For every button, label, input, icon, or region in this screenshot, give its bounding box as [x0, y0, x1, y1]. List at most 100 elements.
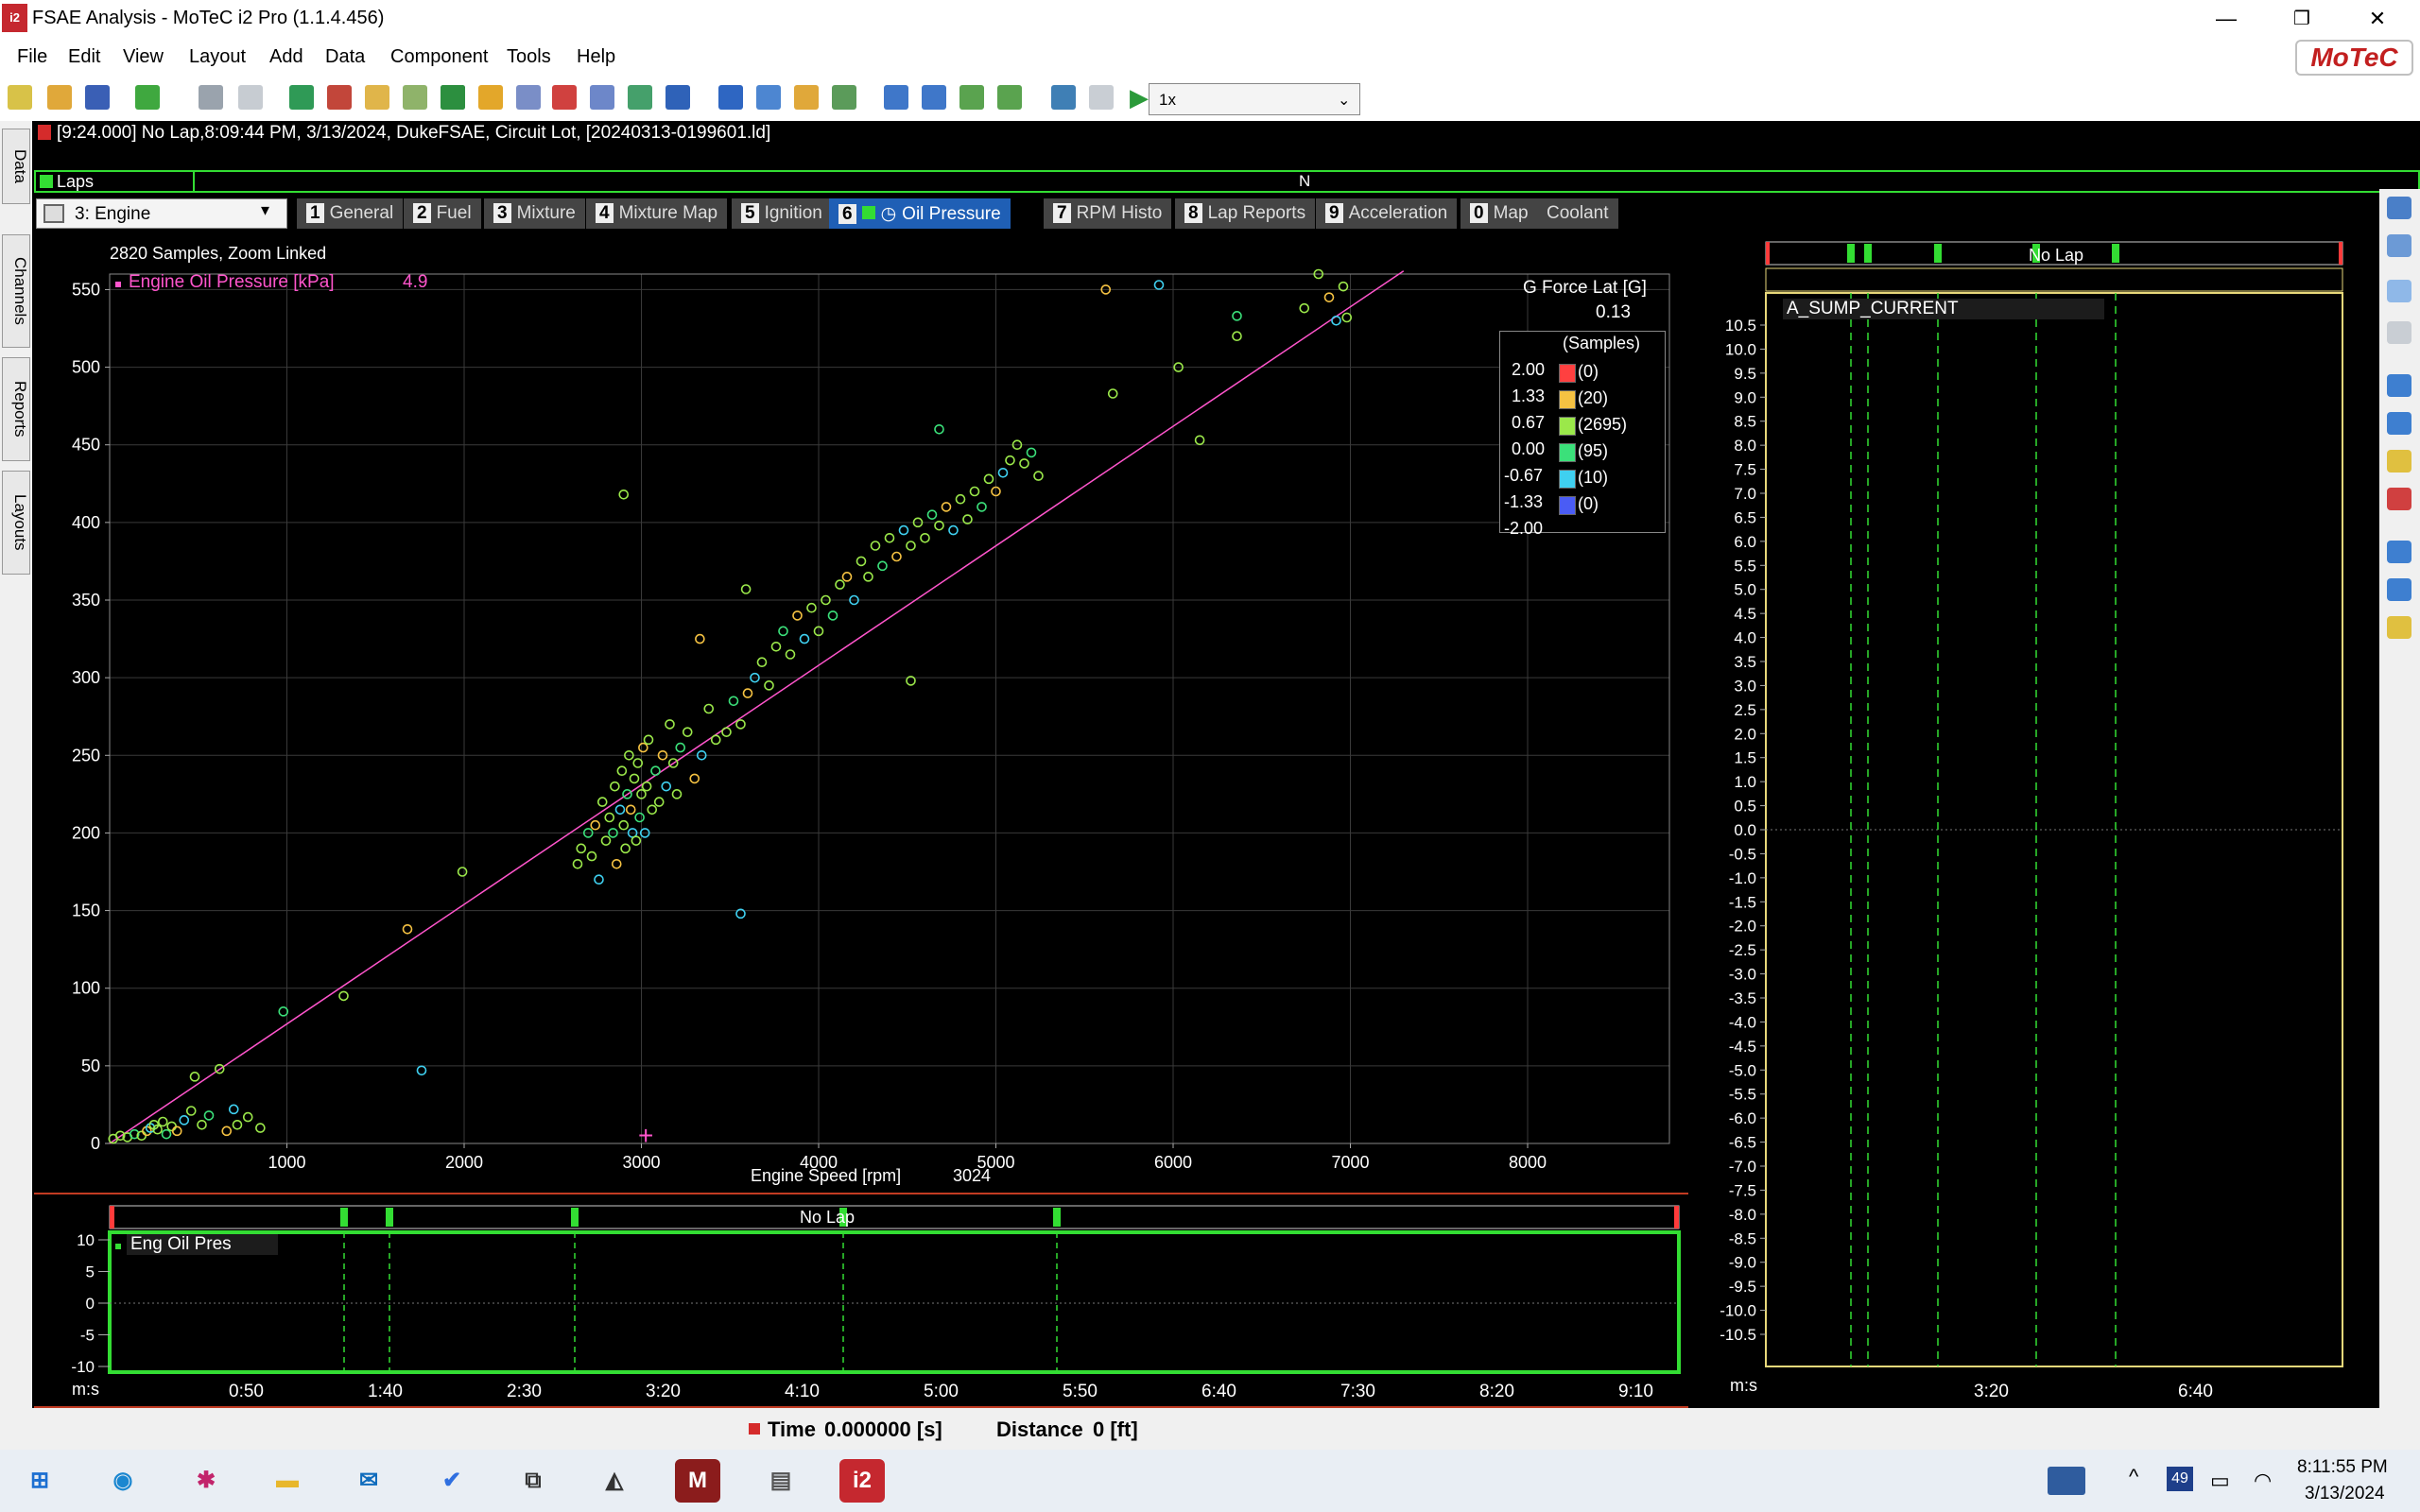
todo-icon[interactable]: ✔: [429, 1459, 475, 1503]
channel-label[interactable]: Eng Oil Pres: [127, 1234, 278, 1255]
menu-component[interactable]: Component: [390, 46, 488, 68]
vertical-zoom-in-icon[interactable]: [2387, 541, 2411, 563]
menu-view[interactable]: View: [123, 46, 164, 68]
tab-ignition[interactable]: 5 Ignition: [732, 198, 832, 229]
lap-marker[interactable]: [571, 1208, 579, 1227]
windows-start-icon[interactable]: ⊞: [17, 1459, 62, 1503]
close-button[interactable]: ✕: [2340, 0, 2415, 38]
news-widget-icon[interactable]: [2048, 1467, 2085, 1495]
playback-speed-select[interactable]: 1x: [1149, 83, 1360, 115]
tab-layouts[interactable]: Layouts: [2, 471, 30, 575]
worksheet-select[interactable]: 3: Engine: [36, 198, 287, 229]
motec-tune-icon[interactable]: M: [675, 1459, 720, 1503]
notification-badge[interactable]: 49: [2167, 1467, 2193, 1491]
battery-icon[interactable]: ▭: [2210, 1469, 2230, 1493]
tab-fuel[interactable]: 2 Fuel: [404, 198, 481, 229]
lap-marker[interactable]: [2112, 244, 2119, 263]
outlook-icon[interactable]: ✉: [346, 1459, 391, 1503]
film-icon[interactable]: [478, 85, 503, 110]
print-icon[interactable]: [199, 85, 223, 110]
scatter-plot[interactable]: 0 50 100 150 200 250 300 350 400 450 500 550 1000 20…: [34, 236, 1688, 1191]
y-channel-label[interactable]: Engine Oil Pressure [kPa]: [129, 272, 335, 293]
zoom-fit-icon[interactable]: [1051, 85, 1076, 110]
new-workbook-icon[interactable]: [8, 85, 32, 110]
zoom-out-icon[interactable]: [2387, 412, 2411, 435]
print-preview-icon[interactable]: [238, 85, 263, 110]
window-icon[interactable]: [2387, 234, 2411, 257]
xls-icon[interactable]: [441, 85, 465, 110]
report-icon[interactable]: [628, 85, 652, 110]
menu-tools[interactable]: Tools: [507, 46, 551, 68]
chevron-up-icon[interactable]: ^: [2129, 1465, 2138, 1489]
menu-file[interactable]: File: [17, 46, 47, 68]
zoom-icon[interactable]: [1089, 85, 1114, 110]
lap-marker[interactable]: [1847, 244, 1855, 263]
tab-mixture[interactable]: 3 Mixture: [484, 198, 585, 229]
remote-desktop-icon[interactable]: ⧉: [510, 1459, 556, 1503]
color-channel-label[interactable]: G Force Lat [G]: [1523, 278, 1647, 299]
tab-reports[interactable]: Reports: [2, 357, 30, 461]
clock-date[interactable]: 3/13/2024: [2305, 1484, 2385, 1504]
lap-marker[interactable]: [340, 1208, 348, 1227]
oil-pressure-time-plot[interactable]: 10 5 0 -5 -10: [34, 1194, 1688, 1410]
previous-lap-icon[interactable]: [884, 85, 908, 110]
sync-icon[interactable]: [666, 85, 690, 110]
lap-marker-n[interactable]: N: [1299, 172, 1310, 191]
lap-marker[interactable]: [386, 1208, 393, 1227]
notepad-icon[interactable]: ▤: [758, 1459, 804, 1503]
channel-label[interactable]: A_SUMP_CURRENT: [1783, 299, 2104, 319]
x-channel-label[interactable]: Engine Speed [rpm]: [751, 1166, 901, 1186]
slack-icon[interactable]: ✱: [183, 1459, 229, 1503]
menu-data[interactable]: Data: [325, 46, 365, 68]
cursor-crosshair-icon[interactable]: +: [638, 1121, 653, 1150]
split-icon[interactable]: [2387, 280, 2411, 302]
menu-edit[interactable]: Edit: [68, 46, 100, 68]
flag-icon[interactable]: [327, 85, 352, 110]
edit-icon[interactable]: [365, 85, 389, 110]
lap-marker[interactable]: [1053, 1208, 1061, 1227]
app-icon[interactable]: ◭: [592, 1459, 637, 1503]
tab-map[interactable]: 0 Map: [1461, 198, 1538, 229]
next-lap-icon[interactable]: [922, 85, 946, 110]
tab-data[interactable]: Data: [2, 129, 30, 204]
marker-icon[interactable]: [959, 85, 984, 110]
vertical-fit-icon[interactable]: [2387, 616, 2411, 639]
ruler-icon[interactable]: [832, 85, 856, 110]
i2-pro-icon[interactable]: i2: [839, 1459, 885, 1503]
gps-icon[interactable]: [552, 85, 577, 110]
sump-current-plot[interactable]: 10.5 10.0 9.5 9.0 8.5 8.0 7.5 7.0 6.5 6.0 5.5 5.0 4.…: [1690, 236, 2378, 1408]
tab-oil-pressure[interactable]: 6 ◷ Oil Pressure: [829, 198, 1011, 229]
download-icon[interactable]: [135, 85, 160, 110]
clock-time[interactable]: 8:11:55 PM: [2297, 1457, 2388, 1478]
tab-coolant[interactable]: Coolant: [1537, 198, 1618, 229]
clock-icon[interactable]: [756, 85, 781, 110]
edge-icon[interactable]: ◉: [100, 1459, 146, 1503]
pan-icon[interactable]: [2387, 321, 2411, 344]
tab-general[interactable]: 1 General: [297, 198, 404, 229]
menu-layout[interactable]: Layout: [189, 46, 246, 68]
list-icon[interactable]: [590, 85, 614, 110]
minimize-button[interactable]: —: [2188, 0, 2264, 38]
tab-rpm-histo[interactable]: 7 RPM Histo: [1044, 198, 1172, 229]
zoom-fit-icon[interactable]: [2387, 450, 2411, 472]
tab-acceleration[interactable]: 9 Acceleration: [1316, 198, 1458, 229]
zoom-in-icon[interactable]: [2387, 374, 2411, 397]
laps-bar[interactable]: Laps N: [34, 170, 2420, 193]
lap-marker[interactable]: [1864, 244, 1872, 263]
menu-add[interactable]: Add: [269, 46, 303, 68]
tab-mixture-map[interactable]: 4 Mixture Map: [586, 198, 728, 229]
wifi-icon[interactable]: ◠: [2254, 1469, 2272, 1493]
save-icon[interactable]: [85, 85, 110, 110]
lap-marker[interactable]: [1934, 244, 1942, 263]
file-explorer-icon[interactable]: ▬: [265, 1459, 310, 1503]
maths-icon[interactable]: [403, 85, 427, 110]
tab-lap-reports[interactable]: 8 Lap Reports: [1175, 198, 1316, 229]
table-icon[interactable]: [516, 85, 541, 110]
add-marker-icon[interactable]: [997, 85, 1022, 110]
tab-channels[interactable]: Channels: [2, 234, 30, 348]
open-icon[interactable]: [47, 85, 72, 110]
restore-button[interactable]: ❐: [2264, 0, 2340, 38]
menu-help[interactable]: Help: [577, 46, 615, 68]
properties-icon[interactable]: [2387, 197, 2411, 219]
vertical-zoom-out-icon[interactable]: [2387, 578, 2411, 601]
